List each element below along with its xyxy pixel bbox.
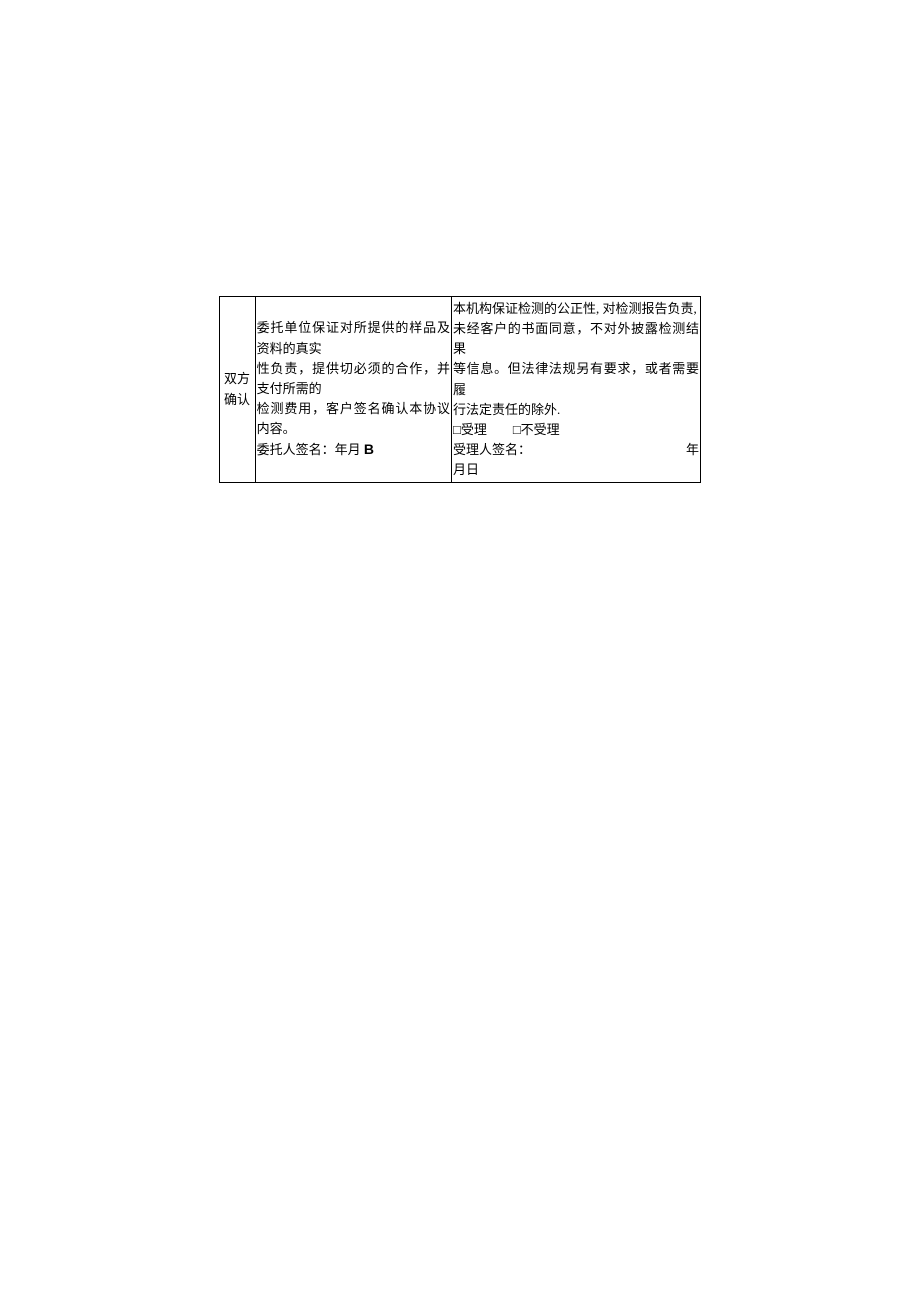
signature-prefix: 委托人签名：年月 <box>257 442 364 457</box>
entrusting-party-cell: 委托单位保证对所提供的样品及资料的真实 性负责，提供切必须的合作，并支付所需的 … <box>255 297 451 483</box>
acceptor-signature-line: 受理人签名：年 <box>453 440 699 460</box>
label-text: 确认 <box>224 390 253 410</box>
entrust-signature-line: 委托人签名：年月 B <box>257 439 450 461</box>
label-text: 双方 <box>224 369 253 389</box>
text-line: 等信息。但法律法规另有要求，或者需要履 <box>453 359 699 399</box>
text-line: 检测费用，客户签名确认本协议内容。 <box>257 399 450 439</box>
text-line: 本机构保证检测的公正性, 对检测报告负责, <box>453 299 699 319</box>
institution-cell: 本机构保证检测的公正性, 对检测报告负责, 未经客户的书面同意，不对外披露检测结… <box>451 297 700 483</box>
month-day-label: 月日 <box>453 460 699 480</box>
table-row: 双方 确认 委托单位保证对所提供的样品及资料的真实 性负责，提供切必须的合作，并… <box>220 297 701 483</box>
text-line: 未经客户的书面同意，不对外披露检测结果 <box>453 319 699 359</box>
acceptance-checkboxes[interactable]: □受理 □不受理 <box>453 420 699 440</box>
row-label-cell: 双方 确认 <box>220 297 256 483</box>
text-line: 委托单位保证对所提供的样品及资料的真实 <box>257 318 450 358</box>
text-line: 行法定责任的除外. <box>453 400 699 420</box>
year-label: 年 <box>531 440 699 460</box>
table: 双方 确认 委托单位保证对所提供的样品及资料的真实 性负责，提供切必须的合作，并… <box>219 296 701 483</box>
confirmation-table: 双方 确认 委托单位保证对所提供的样品及资料的真实 性负责，提供切必须的合作，并… <box>219 296 701 483</box>
code-b: B <box>364 441 374 457</box>
acceptor-signature-label: 受理人签名： <box>453 442 531 457</box>
text-line: 性负责，提供切必须的合作，并支付所需的 <box>257 359 450 399</box>
